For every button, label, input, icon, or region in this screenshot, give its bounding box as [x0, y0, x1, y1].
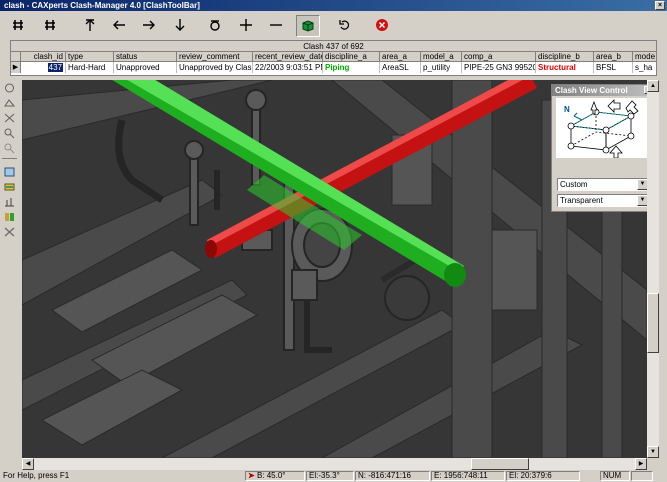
toolbar-divider: [2, 158, 17, 159]
grid-corner: [11, 52, 21, 62]
arrow-up-icon[interactable]: [78, 15, 102, 37]
clash-toolbar: [0, 11, 667, 40]
display-mode-select[interactable]: Transparent ▼: [557, 194, 649, 207]
status-elevation: El:-35.3°: [306, 471, 354, 481]
view-mode-select[interactable]: Custom ▼: [557, 178, 649, 191]
status-azimuth: ➤ B: 45.0°: [245, 471, 305, 481]
col-header-discipline-b[interactable]: discipline_b: [536, 52, 594, 62]
table-cell-status[interactable]: Unapproved: [114, 62, 177, 73]
scroll-right-icon[interactable]: ▶: [635, 458, 647, 470]
grid-caption: Clash 437 of 692: [11, 41, 656, 52]
status-north: N: -816:471:16: [355, 471, 430, 481]
clash-id-value: 437: [47, 63, 63, 72]
red-close-icon[interactable]: [370, 15, 394, 37]
minus-icon[interactable]: [264, 15, 288, 37]
panel-title: Clash View Control: [552, 85, 654, 96]
scroll-left-icon[interactable]: ◀: [22, 458, 34, 470]
status-bar: For Help, press F1 ➤ B: 45.0° El:-35.3° …: [0, 470, 667, 482]
horizontal-scroll-thumb[interactable]: [471, 458, 529, 470]
vertical-scroll-thumb[interactable]: [647, 293, 659, 353]
measure-icon[interactable]: [3, 196, 16, 208]
status-help-text: For Help, press F1: [3, 471, 70, 480]
first-record-icon[interactable]: [6, 15, 30, 37]
north-label: N: [564, 105, 570, 114]
table-cell-discipline-a[interactable]: Piping: [323, 62, 380, 73]
table-cell-area-b[interactable]: BFSL: [594, 62, 633, 73]
camera-icon[interactable]: [203, 15, 227, 37]
title-bar: clash - CAXperts Clash-Manager 4.0 [Clas…: [0, 0, 667, 11]
fit-view-icon[interactable]: [3, 166, 16, 178]
section-icon[interactable]: [3, 211, 16, 223]
layers-icon[interactable]: [3, 181, 16, 193]
window-title: clash - CAXperts Clash-Manager 4.0 [Clas…: [4, 1, 200, 10]
vertical-scrollbar[interactable]: ▲ ▼: [647, 80, 659, 458]
col-header-status[interactable]: status: [114, 52, 177, 62]
col-header-mode[interactable]: mode: [633, 52, 656, 62]
orbit-icon[interactable]: [3, 97, 16, 109]
table-cell-discipline-b[interactable]: Structural: [536, 62, 594, 73]
left-toolbar: [0, 78, 19, 458]
green-cube-icon[interactable]: [296, 15, 320, 37]
table-cell-recent-review-date[interactable]: 22/2003 9:03:51 PM: [253, 62, 323, 73]
table-cell-comp-a[interactable]: PIPE-25 GN3 99520: [462, 62, 536, 73]
arrow-left-icon[interactable]: [107, 15, 131, 37]
pan-icon[interactable]: [3, 112, 16, 124]
plus-icon[interactable]: [234, 15, 258, 37]
tools-icon[interactable]: [3, 226, 16, 238]
row-indicator[interactable]: ▶: [11, 62, 21, 73]
table-cell-mode[interactable]: s_ha: [633, 62, 656, 73]
col-header-area-b[interactable]: area_b: [594, 52, 633, 62]
status-num-lock: NUM: [600, 471, 630, 481]
col-header-review-comment[interactable]: review_comment: [177, 52, 253, 62]
col-header-clash-id[interactable]: clash_id: [21, 52, 66, 62]
table-cell-area-a[interactable]: AreaSL: [380, 62, 421, 73]
compass-icon: ➤: [248, 471, 255, 480]
scroll-up-icon[interactable]: ▲: [647, 80, 659, 92]
last-record-icon[interactable]: [38, 15, 62, 37]
col-header-type[interactable]: type: [66, 52, 114, 62]
col-header-discipline-a[interactable]: discipline_a: [323, 52, 380, 62]
zoom-window-icon[interactable]: [3, 142, 16, 154]
zoom-icon[interactable]: [3, 127, 16, 139]
col-header-comp-a[interactable]: comp_a: [462, 52, 536, 62]
view-mode-value: Custom: [560, 180, 588, 189]
status-el-coordinate: El: 20:379:6: [506, 471, 580, 481]
refresh-icon[interactable]: [333, 15, 357, 37]
scroll-down-icon[interactable]: ▼: [647, 446, 659, 458]
horizontal-scrollbar[interactable]: ◀ ▶: [22, 458, 647, 470]
table-cell-clash-id[interactable]: 437: [21, 62, 66, 73]
status-empty-pane: [631, 471, 653, 481]
col-header-model-a[interactable]: model_a: [421, 52, 462, 62]
rotate-icon[interactable]: [3, 82, 16, 94]
arrow-down-icon[interactable]: [168, 15, 192, 37]
col-header-recent-review-date[interactable]: recent_review_date: [253, 52, 323, 62]
table-cell-model-a[interactable]: p_utility: [421, 62, 462, 73]
view-cube-icon: N: [564, 99, 639, 159]
arrow-right-icon[interactable]: [137, 15, 161, 37]
window-close-button[interactable]: ×: [655, 1, 665, 10]
clash-grid: Clash 437 of 692 clash_id type status re…: [10, 40, 657, 76]
display-mode-value: Transparent: [560, 196, 603, 205]
clash-view-control-panel: Clash View Control × N: [551, 84, 655, 212]
status-east: E: 1956:748:11: [431, 471, 505, 481]
azimuth-value: B: 45.0°: [256, 471, 286, 480]
table-cell-review-comment[interactable]: Unapproved by Clash: [177, 62, 253, 73]
view-cube[interactable]: N: [556, 98, 650, 159]
table-cell-type[interactable]: Hard-Hard: [66, 62, 114, 73]
col-header-area-a[interactable]: area_a: [380, 52, 421, 62]
